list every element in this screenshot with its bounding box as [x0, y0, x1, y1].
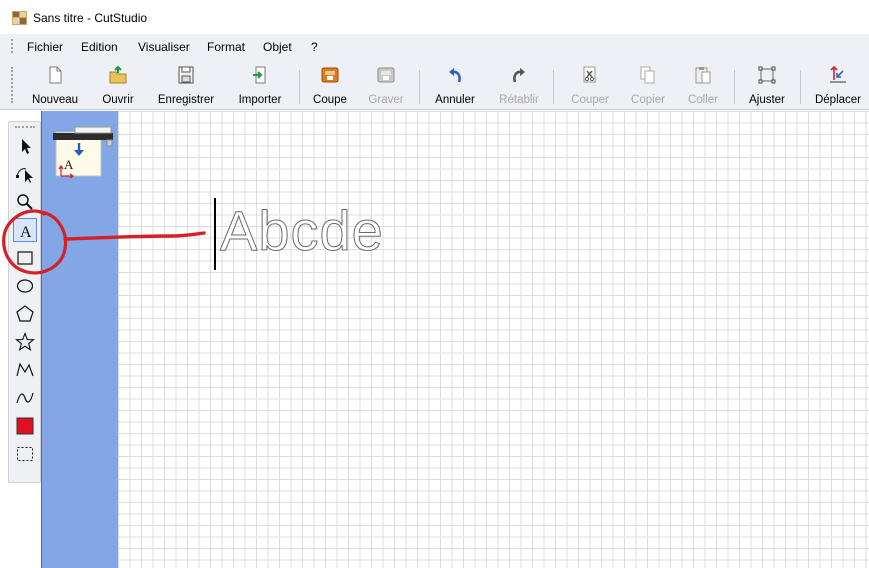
node-edit-icon	[16, 168, 33, 183]
importer-button[interactable]: Importer	[230, 63, 290, 109]
cut-to-device-icon	[321, 67, 339, 83]
app-icon	[12, 11, 27, 25]
menu-help[interactable]: ?	[311, 40, 318, 54]
toolbar-separator	[299, 70, 300, 104]
rectangle-icon	[17, 251, 33, 265]
polygon-tool[interactable]	[13, 302, 37, 326]
graver-button[interactable]: Graver	[361, 63, 411, 109]
text-tool[interactable]: A	[13, 218, 37, 242]
ouvrir-button[interactable]: Ouvrir	[95, 63, 141, 109]
zoom-icon	[17, 194, 33, 210]
cutter-sheet-icon[interactable]: A	[53, 126, 113, 180]
engrave-icon	[377, 67, 395, 83]
coupe-button[interactable]: Coupe	[306, 63, 354, 109]
fill-color-icon	[16, 417, 34, 435]
select-tool[interactable]	[13, 134, 37, 158]
annuler-button[interactable]: Annuler	[427, 63, 483, 109]
coupe-label: Coupe	[313, 94, 347, 106]
redo-icon	[513, 68, 525, 83]
menu-objet[interactable]: Objet	[263, 40, 292, 54]
title-bar: Sans titre - CutStudio	[0, 0, 869, 34]
scissors-icon	[583, 66, 596, 83]
graver-label: Graver	[368, 94, 404, 106]
zoom-tool[interactable]	[13, 190, 37, 214]
enregistrer-label: Enregistrer	[157, 94, 215, 106]
nouveau-label: Nouveau	[31, 94, 79, 106]
tool-palette: A	[8, 121, 41, 483]
sheet-glyph: A	[64, 157, 74, 172]
deplacer-label: Déplacer	[814, 94, 862, 106]
toolbar-separator	[419, 70, 420, 104]
menubar-grip[interactable]	[11, 39, 13, 53]
save-icon	[178, 66, 194, 84]
marquee-select-icon	[17, 447, 33, 461]
deplacer-button[interactable]: Déplacer	[809, 63, 867, 109]
enregistrer-button[interactable]: Enregistrer	[150, 63, 222, 109]
window-title: Sans titre - CutStudio	[33, 11, 148, 25]
marquee-tool[interactable]	[13, 442, 37, 466]
ajuster-label: Ajuster	[749, 94, 785, 106]
coller-button[interactable]: Coller	[679, 63, 727, 109]
palette-grip[interactable]	[15, 126, 35, 128]
import-icon	[253, 66, 266, 84]
cutstudio-window: Sans titre - CutStudio Fichier Edition V…	[0, 0, 869, 568]
menu-bar: Fichier Edition Visualiser Format Objet …	[0, 34, 869, 58]
text-tool-icon: A	[20, 224, 32, 241]
curve-icon	[16, 392, 34, 404]
star-icon	[15, 332, 35, 352]
undo-icon	[449, 68, 461, 83]
retablir-label: Rétablir	[499, 94, 539, 106]
copier-label: Copier	[631, 94, 665, 106]
paste-icon	[695, 67, 711, 84]
node-edit-tool[interactable]	[13, 162, 37, 186]
star-tool[interactable]	[13, 330, 37, 354]
menu-format[interactable]: Format	[207, 40, 245, 54]
retablir-button[interactable]: Rétablir	[491, 63, 547, 109]
ajuster-button[interactable]: Ajuster	[741, 63, 793, 109]
toolbar-grip[interactable]	[11, 67, 13, 103]
select-arrow-icon	[22, 139, 31, 154]
toolbar: Nouveau Ouvrir Enregistrer Importer Coup…	[0, 58, 869, 110]
new-file-icon	[49, 66, 62, 84]
svg-text:A: A	[20, 224, 32, 241]
menu-visualiser[interactable]: Visualiser	[138, 40, 190, 54]
annuler-label: Annuler	[435, 94, 475, 106]
ellipse-icon	[16, 279, 34, 293]
coller-label: Coller	[687, 94, 719, 106]
toolbar-separator	[800, 70, 801, 104]
menu-edition[interactable]: Edition	[81, 40, 118, 54]
fit-icon	[758, 66, 776, 84]
open-folder-icon	[109, 66, 127, 84]
copier-button[interactable]: Copier	[624, 63, 672, 109]
canvas-text-object[interactable]: Abcde	[220, 196, 384, 266]
drawing-canvas[interactable]	[118, 111, 869, 568]
text-cursor	[214, 198, 216, 270]
menu-fichier[interactable]: Fichier	[27, 40, 63, 54]
nouveau-button[interactable]: Nouveau	[26, 63, 84, 109]
move-icon	[830, 66, 846, 83]
polyline-tool[interactable]	[13, 358, 37, 382]
toolbar-separator	[553, 70, 554, 104]
fill-color-tool[interactable]	[13, 414, 37, 438]
curve-tool[interactable]	[13, 386, 37, 410]
copy-icon	[640, 66, 655, 84]
polygon-icon	[16, 305, 34, 322]
ouvrir-label: Ouvrir	[102, 94, 134, 106]
rectangle-tool[interactable]	[13, 246, 37, 270]
toolbar-separator	[734, 70, 735, 104]
ellipse-tool[interactable]	[13, 274, 37, 298]
importer-label: Importer	[238, 94, 282, 106]
couper-label: Couper	[571, 94, 609, 106]
polyline-icon	[16, 362, 34, 377]
couper-button[interactable]: Couper	[563, 63, 617, 109]
